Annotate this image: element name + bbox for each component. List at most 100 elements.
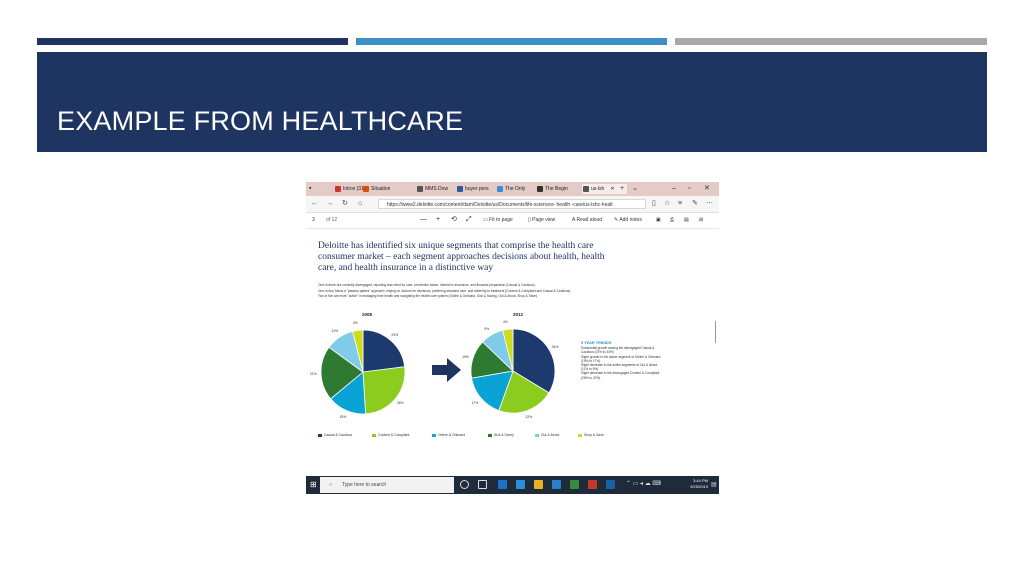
doc-icon xyxy=(583,186,589,192)
legend-item: Online & Onboard xyxy=(432,433,465,438)
fit-to-page-label: Fit to page xyxy=(489,217,513,223)
outlook-icon[interactable] xyxy=(552,480,561,489)
trends-title: 5 YEAR TRENDS xyxy=(581,341,612,345)
word-icon[interactable] xyxy=(606,480,615,489)
legend-item: Shop & Save xyxy=(578,433,604,438)
browser-tab[interactable]: The Begin xyxy=(536,184,587,194)
tab-label: Inbox (31 xyxy=(343,186,364,192)
pie-slice-label: 4% xyxy=(352,321,358,326)
chart-legend: Casual & Cautious Content & Compliant Onli… xyxy=(318,433,648,441)
taskbar-clock[interactable]: 3:44 PM 9/25/2019 xyxy=(668,478,708,490)
page-icon xyxy=(497,186,503,192)
minimize-icon[interactable]: – xyxy=(672,184,676,194)
url-input[interactable]: https://www2.deloitte.com/content/dam/De… xyxy=(378,199,646,209)
file-explorer-icon[interactable] xyxy=(534,480,543,489)
clock-date: 9/25/2019 xyxy=(690,484,708,489)
title-banner: EXAMPLE FROM HEALTHCARE xyxy=(37,52,987,152)
read-aloud-button[interactable]: A Read aloud xyxy=(572,216,602,225)
fullscreen-icon[interactable]: ⤢ xyxy=(466,216,472,224)
save-icon[interactable]: ▣ xyxy=(656,216,661,225)
store-icon[interactable] xyxy=(516,480,525,489)
favorites-hub-icon[interactable]: ≡ xyxy=(678,199,682,209)
b-icon xyxy=(457,186,463,192)
pie-slice-label: 11% xyxy=(331,329,338,334)
close-icon[interactable]: ✕ xyxy=(704,184,710,194)
tab-label: buyer pers xyxy=(465,186,489,192)
windows-start-icon[interactable]: ⊞ xyxy=(310,480,317,489)
stack-icon xyxy=(537,186,543,192)
excel-icon[interactable] xyxy=(570,480,579,489)
arrow-right-icon xyxy=(432,358,461,382)
fit-to-page-button[interactable]: ▭ Fit to page xyxy=(483,216,513,225)
legend-swatch xyxy=(372,434,376,437)
legend-swatch xyxy=(488,434,492,437)
pin-toolbar-icon[interactable]: ⊞ xyxy=(699,216,703,225)
pie-slice-label: 34% xyxy=(551,344,559,349)
refresh-icon[interactable]: ↻ xyxy=(342,199,348,209)
pie-slice xyxy=(362,366,406,415)
edge-icon[interactable] xyxy=(498,480,507,489)
address-bar: ← → ↻ ⌂ https://www2.deloitte.com/conten… xyxy=(306,196,719,213)
powerpoint-icon[interactable] xyxy=(588,480,597,489)
tab-label: The Only xyxy=(505,186,526,192)
notifications-icon[interactable]: ▤ xyxy=(711,481,717,488)
page-view-label: Page view xyxy=(532,217,556,223)
system-tray-icons[interactable]: ⌃ ▭ ◂ ☁ ⌨ xyxy=(626,480,661,487)
mail-icon xyxy=(335,186,341,192)
tab-label: us-lsh xyxy=(591,186,605,192)
back-icon[interactable]: ← xyxy=(311,199,318,209)
rotate-icon[interactable]: ⟲ xyxy=(451,216,457,224)
trend-item: Slight decrease in the active segments o… xyxy=(581,363,658,372)
trend-item: Slight growth in the active segment of O… xyxy=(581,354,661,363)
legend-swatch xyxy=(432,434,436,437)
legend-label: Sick & Savvy xyxy=(494,433,514,437)
pie-2008 xyxy=(320,329,406,415)
more-icon[interactable]: ⋯ xyxy=(706,199,713,209)
pie-charts xyxy=(320,328,556,415)
legend-swatch xyxy=(318,434,322,437)
chrome-icon xyxy=(363,186,369,192)
maximize-icon[interactable]: ▫ xyxy=(688,184,690,194)
cortana-icon[interactable] xyxy=(460,480,469,489)
pdf-toolbar: 3 of 12 — + ⟲ ⤢ ▭ Fit to page ▯ Page vie… xyxy=(306,213,719,229)
accent-bar-navy xyxy=(37,38,348,45)
zoom-out-icon[interactable]: — xyxy=(420,216,427,224)
trend-item: Slight decrease in the disengaged Conten… xyxy=(581,371,660,380)
favorite-star-icon[interactable]: ☆ xyxy=(664,199,670,209)
legend-label: Out & About xyxy=(541,433,560,437)
add-notes-label: Add notes xyxy=(619,217,642,223)
windows-taskbar: ⊞ ○ Type here to search ⌃ ▭ ◂ ☁ ⌨ 3:44 P… xyxy=(306,476,719,494)
pie-2012 xyxy=(470,328,556,414)
pie-slice-label: 9% xyxy=(484,326,490,331)
tab-list-icon[interactable]: ⌄ xyxy=(632,184,638,194)
trends-box: 5 YEAR TRENDS Substantial growth among t… xyxy=(581,341,661,380)
tab-label: Situation xyxy=(371,186,391,192)
zoom-in-icon[interactable]: + xyxy=(436,216,440,224)
legend-label: Casual & Cautious xyxy=(324,433,353,437)
reading-view-icon[interactable]: ▯ xyxy=(652,199,656,209)
task-view-icon[interactable] xyxy=(478,480,487,489)
page-view-button[interactable]: ▯ Page view xyxy=(528,216,555,225)
pie-slice-label: 17% xyxy=(471,400,479,405)
accent-bar-gray xyxy=(675,38,987,45)
legend-swatch xyxy=(535,434,539,437)
forward-icon[interactable]: → xyxy=(326,199,333,209)
print-icon[interactable]: ⎙ xyxy=(670,216,674,225)
close-tab-icon[interactable]: ✕ xyxy=(610,186,614,192)
pie-slice-label: 4% xyxy=(502,320,508,325)
pie-slice-label: 23% xyxy=(391,333,399,338)
trend-item: Substantial growth among the disengaged … xyxy=(581,346,655,355)
page-number-input[interactable]: 3 xyxy=(312,216,315,225)
tab-actions-icon[interactable]: ▪ xyxy=(309,184,311,194)
browser-tab[interactable]: Situation xyxy=(362,184,423,194)
pie-slice-label: 15% xyxy=(339,414,347,419)
page-total: of 12 xyxy=(326,217,338,223)
share-icon[interactable]: ✎ xyxy=(692,199,698,209)
home-icon[interactable]: ⌂ xyxy=(358,199,362,209)
add-notes-button[interactable]: ✎ Add notes xyxy=(614,216,642,225)
save-as-icon[interactable]: ▤ xyxy=(684,216,689,225)
taskbar-search-box[interactable]: ○ Type here to search xyxy=(320,477,454,493)
scrollbar[interactable] xyxy=(715,321,716,343)
search-icon: ○ xyxy=(329,482,333,488)
new-tab-icon[interactable]: + xyxy=(620,184,624,194)
